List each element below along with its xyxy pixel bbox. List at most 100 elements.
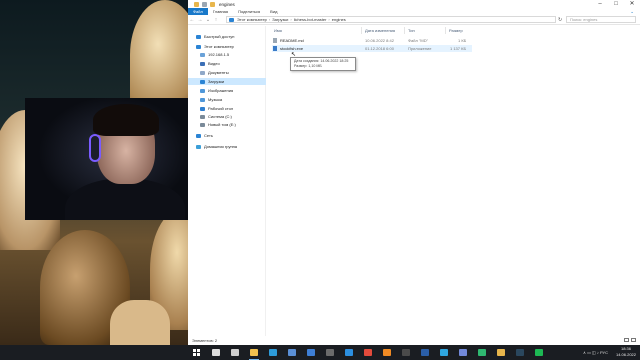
quick-access-toolbar bbox=[188, 1, 215, 7]
start-logo-pane bbox=[197, 349, 200, 352]
breadcrumb-lichess-bot-master[interactable]: lichess-bot-master bbox=[294, 17, 327, 22]
sidebar-item-label: Система (C:) bbox=[208, 114, 232, 119]
table-row[interactable]: README.md 10.06.2022 8:42 Файл "MD" 1 КБ bbox=[272, 37, 472, 44]
sidebar-item-label: Изображения bbox=[208, 88, 234, 93]
system-tray-icons[interactable]: ∧ ▭ ◫ ♪ РУС bbox=[583, 350, 608, 355]
sidebar-item-network-drive[interactable]: 192.168.1.5 bbox=[188, 51, 266, 58]
network-icon bbox=[196, 133, 201, 138]
column-divider[interactable] bbox=[361, 27, 362, 34]
folder-icon[interactable] bbox=[194, 1, 199, 7]
new-folder-icon[interactable] bbox=[210, 1, 215, 7]
discord-app-icon[interactable] bbox=[459, 349, 467, 356]
tooltip-size: Размер: 1,10 МБ bbox=[294, 64, 322, 68]
downloads-folder-icon bbox=[200, 79, 205, 84]
sidebar-item-drive-c[interactable]: Система (C:) bbox=[188, 113, 266, 120]
sidebar-item-label: Домашняя группа bbox=[204, 144, 238, 149]
obs-app-icon[interactable] bbox=[326, 349, 334, 356]
terminal-app-icon[interactable] bbox=[402, 349, 410, 356]
photoshop-app-icon[interactable] bbox=[421, 349, 429, 356]
chess-piece-image bbox=[130, 0, 188, 110]
windows-start-icon[interactable] bbox=[193, 349, 201, 356]
explorer-app-icon[interactable] bbox=[250, 349, 258, 356]
column-header-name[interactable]: Имя bbox=[274, 28, 282, 33]
column-header-type[interactable]: Тип bbox=[408, 28, 415, 33]
search-icon[interactable] bbox=[212, 349, 220, 356]
recent-locations-icon[interactable]: ⌄ bbox=[204, 17, 212, 23]
steam-app-icon[interactable] bbox=[516, 349, 524, 356]
sidebar-item-label: Музыка bbox=[208, 97, 223, 102]
task-view-icon[interactable] bbox=[231, 349, 239, 356]
sidebar-item-label: Документы bbox=[208, 70, 229, 75]
up-arrow-icon[interactable]: ↑ bbox=[212, 17, 220, 23]
breadcrumb-separator: › bbox=[290, 17, 292, 22]
minimize-button[interactable]: – bbox=[592, 0, 608, 8]
sidebar-item-homegroup[interactable]: Домашняя группа bbox=[188, 143, 266, 150]
computer-icon bbox=[196, 44, 201, 49]
homegroup-icon bbox=[196, 144, 201, 149]
taskbar: ∧ ▭ ◫ ♪ РУС 18:36 14.06.2022 bbox=[0, 345, 640, 360]
address-bar-row: ← → ⌄ ↑ Этот компьютер › Загрузки › lichess-… bbox=[188, 15, 640, 25]
vscode-app-icon[interactable] bbox=[345, 349, 353, 356]
sidebar-item-network[interactable]: Сеть bbox=[188, 132, 266, 139]
start-logo-pane bbox=[193, 349, 196, 352]
column-divider[interactable] bbox=[445, 27, 446, 34]
breadcrumb-downloads[interactable]: Загрузки bbox=[272, 17, 288, 22]
tab-home[interactable]: Главная bbox=[208, 8, 233, 15]
breadcrumb-separator: › bbox=[268, 17, 271, 22]
telegram-app-icon[interactable] bbox=[440, 349, 448, 356]
address-bar[interactable]: Этот компьютер › Загрузки › lichess-bot-mast… bbox=[226, 16, 556, 23]
sidebar-item-desktop[interactable]: Рабочий стол bbox=[188, 105, 266, 112]
back-arrow-icon[interactable]: ← bbox=[188, 17, 196, 23]
mail-app-icon[interactable] bbox=[307, 349, 315, 356]
file-name: README.md bbox=[280, 38, 304, 43]
table-row[interactable]: stockfish.exe 01.12.2018 6:00 Приложение… bbox=[272, 45, 472, 52]
sidebar-item-drive-e[interactable]: Новый том (E:) bbox=[188, 121, 266, 128]
column-header-size[interactable]: Размер bbox=[449, 28, 463, 33]
firefox-app-icon[interactable] bbox=[383, 349, 391, 356]
file-date: 10.06.2022 8:42 bbox=[365, 38, 394, 43]
start-logo-pane bbox=[193, 353, 196, 356]
window-title: engines bbox=[219, 1, 235, 7]
sidebar-item-label: Загрузки bbox=[208, 79, 225, 84]
drive-c-icon bbox=[200, 114, 205, 119]
sidebar-item-videos[interactable]: Видео bbox=[188, 60, 266, 67]
details-view-icon[interactable] bbox=[624, 338, 629, 342]
file-type: Файл "MD" bbox=[408, 38, 429, 43]
headset-icon bbox=[89, 134, 101, 162]
column-divider[interactable] bbox=[404, 27, 405, 34]
breadcrumb-separator: › bbox=[328, 17, 330, 22]
edge-app-icon[interactable] bbox=[269, 349, 277, 356]
title-bar: engines – □ ✕ bbox=[188, 0, 640, 8]
music-folder-icon bbox=[200, 97, 205, 102]
tab-share[interactable]: Поделиться bbox=[233, 8, 265, 15]
sidebar-item-pictures[interactable]: Изображения bbox=[188, 87, 266, 94]
clock[interactable]: 18:36 14.06.2022 bbox=[616, 346, 636, 358]
sidebar-item-this-pc[interactable]: Этот компьютер bbox=[188, 43, 266, 50]
large-icons-view-icon[interactable] bbox=[631, 338, 636, 342]
column-header-date[interactable]: Дата изменения bbox=[365, 28, 395, 33]
forward-arrow-icon[interactable]: → bbox=[196, 17, 204, 23]
folder-app-icon[interactable] bbox=[497, 349, 505, 356]
pycharm-app-icon[interactable] bbox=[478, 349, 486, 356]
refresh-icon[interactable]: ↻ bbox=[558, 17, 562, 23]
tab-view[interactable]: Вид bbox=[265, 8, 282, 15]
sidebar-item-quick-access[interactable]: Быстрый доступ bbox=[188, 33, 266, 40]
properties-icon[interactable] bbox=[202, 1, 207, 7]
tab-file[interactable]: Файл bbox=[188, 8, 208, 15]
streamer-hair bbox=[93, 104, 159, 136]
maximize-button[interactable]: □ bbox=[608, 0, 624, 8]
breadcrumb-this-pc[interactable]: Этот компьютер bbox=[237, 17, 267, 22]
store-app-icon[interactable] bbox=[288, 349, 296, 356]
file-list: Имя Дата изменения Тип Размер README.md … bbox=[268, 26, 640, 336]
sidebar-item-label: 192.168.1.5 bbox=[208, 52, 230, 57]
sidebar-item-downloads[interactable]: Загрузки bbox=[188, 78, 266, 85]
search-input[interactable]: Поиск: engines bbox=[566, 16, 636, 23]
file-type: Приложение bbox=[408, 46, 432, 51]
spotify-app-icon[interactable] bbox=[535, 349, 543, 356]
sidebar-item-music[interactable]: Музыка bbox=[188, 96, 266, 103]
breadcrumb-engines[interactable]: engines bbox=[332, 17, 346, 22]
close-button[interactable]: ✕ bbox=[624, 0, 640, 8]
navigation-pane: Быстрый доступ Этот компьютер 192.168.1.… bbox=[188, 26, 266, 336]
chrome-app-icon[interactable] bbox=[364, 349, 372, 356]
sidebar-item-documents[interactable]: Документы bbox=[188, 69, 266, 76]
